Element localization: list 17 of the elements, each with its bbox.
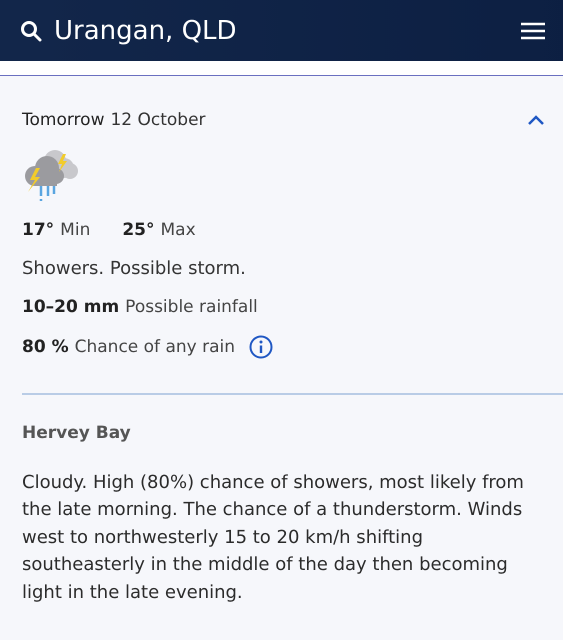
collapse-chevron-icon[interactable] <box>527 114 545 126</box>
forecast-date: 12 October <box>110 110 207 130</box>
forecast-summary: Showers. Possible storm. <box>22 258 247 279</box>
district-name: Hervey Bay <box>22 422 132 442</box>
info-icon[interactable] <box>249 335 274 359</box>
rainfall-amount: 10–20 mm <box>22 297 120 317</box>
menu-icon[interactable] <box>521 22 545 40</box>
min-temperature: 17° <box>22 220 54 240</box>
rain-chance-label: Chance of any rain <box>74 337 236 357</box>
rainfall-label: Possible rainfall <box>125 297 258 317</box>
day-label: Tomorrow <box>22 110 104 130</box>
search-icon[interactable] <box>20 20 42 42</box>
min-label: Min <box>60 220 90 240</box>
max-label: Max <box>160 220 196 240</box>
rain-chance: 80 % <box>22 337 69 357</box>
forecast-text: Cloudy. High (80%) chance of showers, most likely from the late morning. The chance of a thunderstorm. Winds west to northwesterly 15 to 20 km/h shifting southeasterly in the middle of the day then becoming light in the late evening. <box>22 470 525 604</box>
max-temperature: 25° <box>122 220 155 240</box>
